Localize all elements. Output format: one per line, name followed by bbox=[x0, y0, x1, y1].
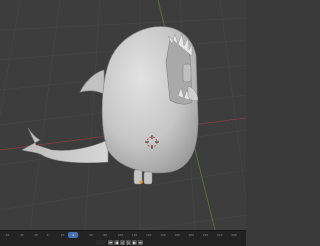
ruler-tick-label: 80 bbox=[103, 233, 108, 237]
shark-feet bbox=[133, 169, 153, 185]
ruler-tick-label: 20 bbox=[60, 233, 65, 237]
object-origin-icon bbox=[139, 180, 143, 184]
ruler-tick-label: 160 bbox=[160, 233, 166, 237]
ruler-tick-label: 260 bbox=[231, 233, 237, 237]
play-reverse-icon[interactable]: ◁ bbox=[120, 240, 125, 245]
play-icon[interactable]: ▷ bbox=[126, 240, 131, 245]
viewport-scene bbox=[0, 0, 246, 230]
timeline-panel[interactable]: -60-40-200204060801001201401601802002202… bbox=[0, 230, 246, 246]
ruler-tick-label: 240 bbox=[217, 233, 223, 237]
ruler-tick-label: 0 bbox=[46, 233, 49, 237]
ruler-tick-label: -40 bbox=[18, 233, 24, 237]
jump-end-icon[interactable]: ⏭ bbox=[138, 240, 143, 245]
ruler-tick-label: 180 bbox=[174, 233, 180, 237]
next-keyframe-icon[interactable]: ▶ bbox=[132, 240, 137, 245]
current-frame-indicator[interactable]: 1 bbox=[68, 232, 78, 238]
shark-tail bbox=[21, 127, 109, 164]
prev-keyframe-icon[interactable]: ◀ bbox=[114, 240, 119, 245]
timeline-ruler[interactable]: -60-40-200204060801001201401601802002202… bbox=[0, 233, 246, 239]
ruler-tick-label: 120 bbox=[131, 233, 138, 237]
ruler-tick-label: 220 bbox=[202, 233, 209, 237]
playback-controls: ⏮ ◀ ◁ ▷ ▶ ⏭ bbox=[0, 240, 246, 246]
jump-start-icon[interactable]: ⏮ bbox=[108, 240, 113, 245]
ruler-tick-label: 200 bbox=[188, 233, 195, 237]
frame-field[interactable] bbox=[96, 240, 105, 245]
shark-tongue bbox=[182, 63, 192, 83]
ruler-tick-label: -60 bbox=[4, 233, 10, 237]
ruler-tick-label: 140 bbox=[146, 233, 152, 237]
ruler-tick-label: -20 bbox=[32, 233, 38, 237]
ruler-tick-label: 100 bbox=[117, 233, 124, 237]
3d-viewport[interactable] bbox=[0, 0, 246, 230]
ruler-tick-label: 60 bbox=[89, 233, 93, 237]
shark-fin bbox=[79, 69, 105, 95]
